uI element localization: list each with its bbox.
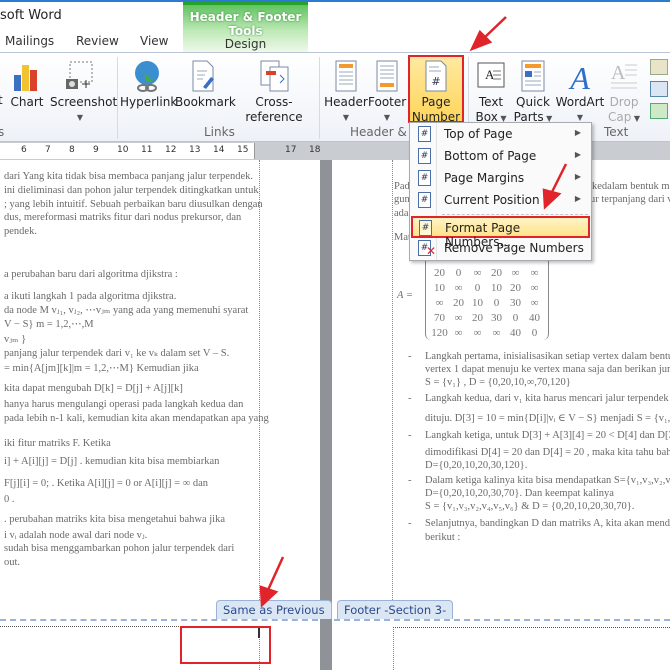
arrow-icon <box>483 16 507 39</box>
annotation-arrows <box>259 16 568 608</box>
arrow-icon <box>550 163 568 193</box>
arrow-icon <box>266 556 285 591</box>
arrowhead-icon <box>259 585 279 608</box>
arrowhead-icon <box>542 188 562 210</box>
